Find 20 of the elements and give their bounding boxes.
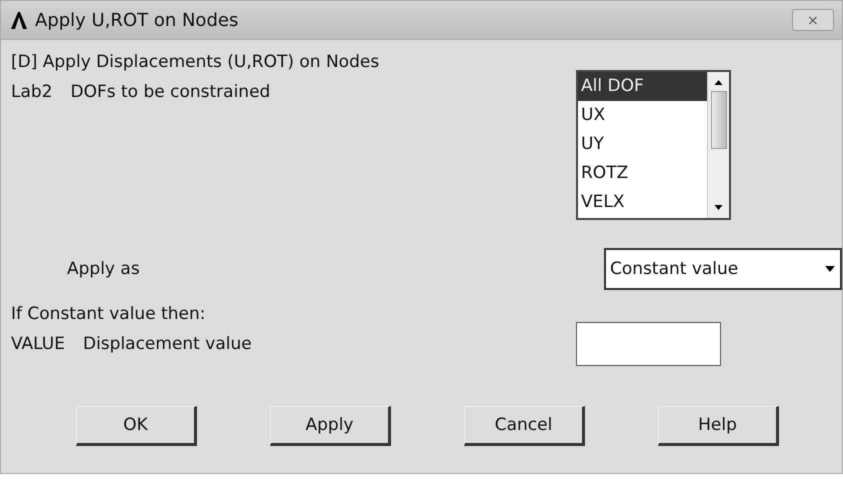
field-code: VALUE [11,334,65,356]
window-title: Apply U,ROT on Nodes [35,10,240,30]
heading-text: [D] Apply Displacements (U,ROT) on Nodes [11,52,380,74]
field-label: Apply as [67,259,140,279]
dof-list[interactable]: All DOF UX UY ROTZ VELX [576,70,731,220]
dialog-button[interactable]: Apply [270,406,391,446]
list-item[interactable]: VELX [578,188,707,217]
list-item[interactable]: UX [578,101,707,130]
note-text: If Constant value then: [11,303,206,326]
field-label: DOFs to be constrained [70,82,270,104]
list-item[interactable]: All DOF [578,72,707,101]
dialog-button[interactable]: Help [658,406,779,446]
list-item[interactable]: ROTZ [578,159,707,188]
close-button[interactable]: ⨯ [792,9,834,31]
field-code: Lab2 [11,82,52,104]
dialog-button[interactable]: OK [76,406,197,446]
field-label: Displacement value [82,334,252,356]
dialog-button[interactable]: Cancel [464,406,585,446]
apply-as-dropdown[interactable]: Constant value [604,248,842,290]
list-item[interactable]: UY [578,130,707,159]
